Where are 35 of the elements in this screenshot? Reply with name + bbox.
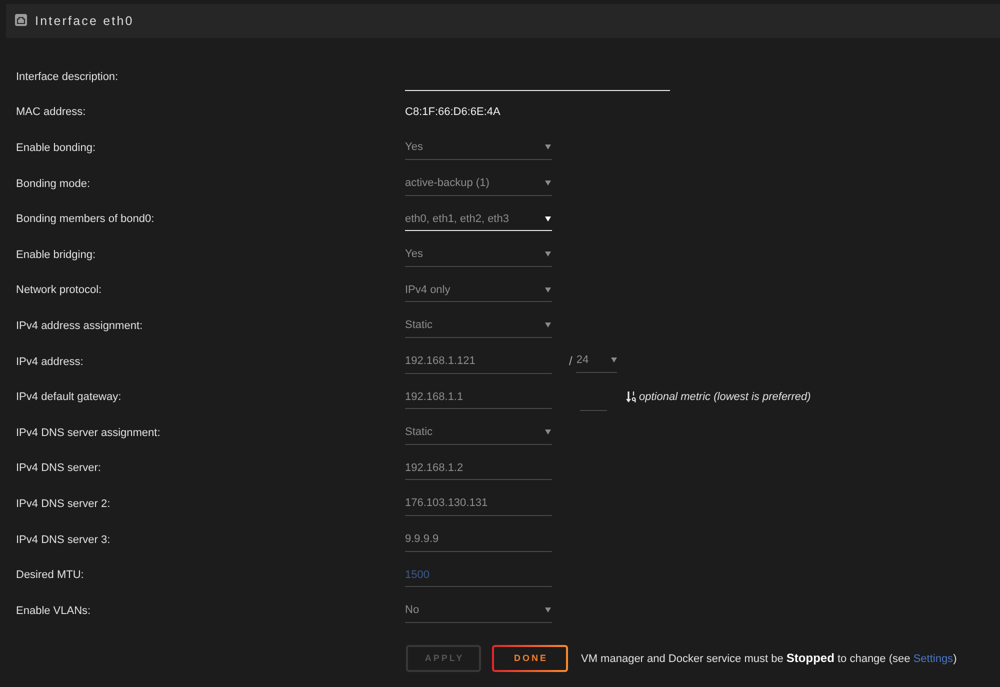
field-label: IPv4 default gateway: <box>16 391 122 404</box>
caret-icon <box>545 607 551 614</box>
field-label: IPv4 DNS server assignment: <box>16 426 162 439</box>
field-label: Network protocol: <box>16 284 103 296</box>
action-button[interactable]: DONE <box>492 644 568 672</box>
field-label: Enable VLANs: <box>16 604 92 617</box>
field-label: Enable bridging: <box>16 248 97 261</box>
caret-icon <box>545 429 551 436</box>
caret-icon <box>545 322 551 328</box>
caret-icon <box>545 180 551 186</box>
field-label: Desired MTU: <box>16 569 85 582</box>
field-label: Bonding members of bond0: <box>16 213 156 226</box>
sort-down-icon <box>626 391 636 404</box>
field-label: IPv4 DNS server: <box>16 462 102 474</box>
field-label: IPv4 address: <box>16 356 84 368</box>
field-label: MAC address: <box>16 106 87 118</box>
field-label: IPv4 DNS server 2: <box>16 498 112 510</box>
field-label: IPv4 address assignment: <box>16 320 144 332</box>
metric-hint: optional metric (lowest is preferred) <box>639 391 811 404</box>
caret-icon <box>545 251 551 258</box>
separator-text: / <box>569 354 572 368</box>
caret-icon <box>545 286 551 293</box>
caret-icon <box>545 216 551 222</box>
settings-link[interactable]: Settings <box>913 653 954 665</box>
field-label: Bonding mode: <box>16 178 91 190</box>
notice-text: VM manager and Docker service must be Stopped to change (see Settings) <box>581 651 957 665</box>
panel-title: Interface eth0 <box>35 14 134 28</box>
field-label: Enable bonding: <box>16 142 97 154</box>
network-port-icon <box>15 14 27 26</box>
dropdown[interactable]: eth0, eth1, eth2, eth3 <box>405 207 552 232</box>
field-label: IPv4 DNS server 3: <box>16 534 112 546</box>
field-label: Interface description: <box>16 70 120 83</box>
caret-icon <box>611 357 618 364</box>
mac-address-value: C8:1F:66:D6:6E:4A <box>405 106 500 118</box>
caret-icon <box>545 144 551 150</box>
